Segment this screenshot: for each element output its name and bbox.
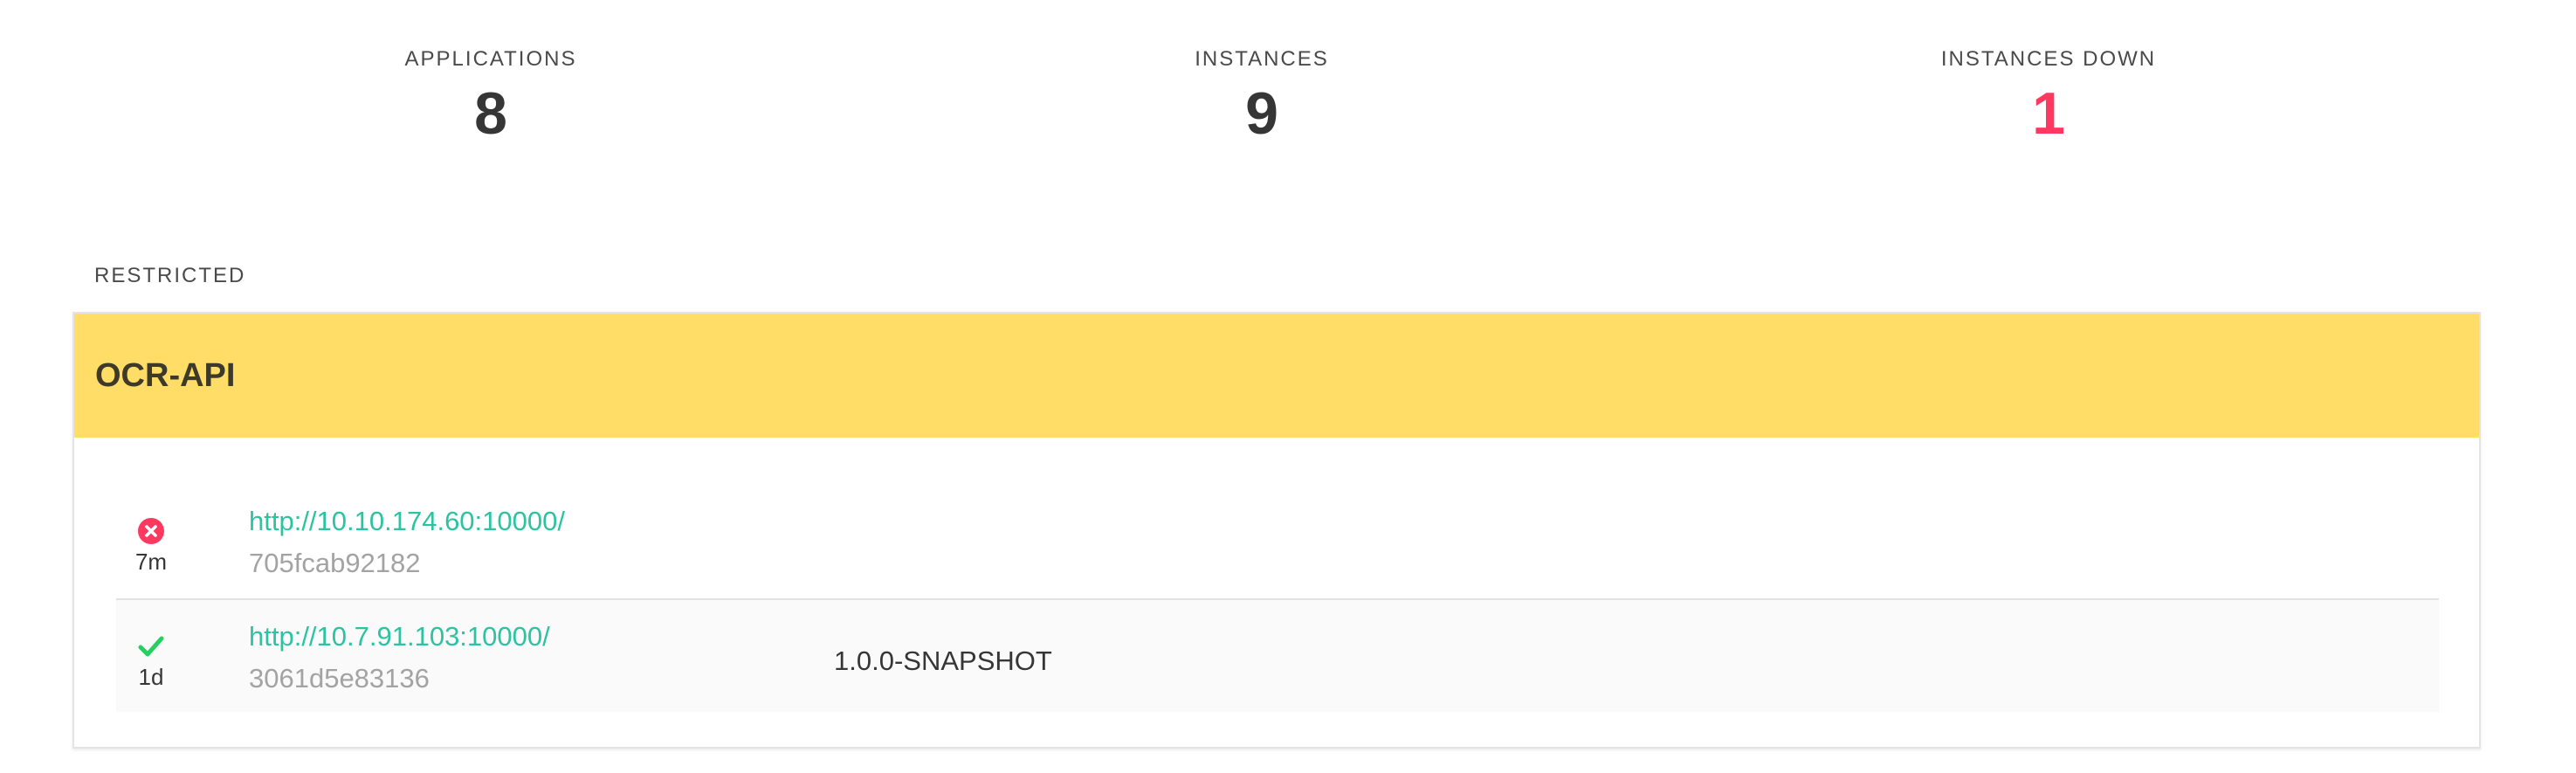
instance-row[interactable]: 7m http://10.10.174.60:10000/ 705fcab921… [116,485,2439,598]
applications-page: APPLICATIONS 8 INSTANCES 9 INSTANCES DOW… [0,0,2576,773]
instance-id: 3061d5e83136 [249,663,430,694]
stat-instances-down-label: INSTANCES DOWN [1940,47,2157,71]
stat-instances-value: 9 [1245,80,1278,147]
status-since: 1d [138,664,164,690]
stat-instances-down-value: 1 [2032,80,2065,147]
stat-instances: INSTANCES 9 [1000,45,1524,145]
stat-applications-value: 8 [474,80,507,147]
group-label: RESTRICTED [94,264,246,287]
instance-version: 1.0.0-SNAPSHOT [834,645,1052,676]
instance-status: 7m [116,485,186,598]
stat-instances-label: INSTANCES [1195,47,1329,71]
instance-list: 7m http://10.10.174.60:10000/ 705fcab921… [116,485,2439,712]
error-circle-icon [138,518,164,544]
stat-instances-down: INSTANCES DOWN 1 [1787,45,2311,145]
stat-applications: APPLICATIONS 8 [229,45,753,145]
instance-id: 705fcab92182 [249,548,421,578]
instance-url-link[interactable]: http://10.10.174.60:10000/ [249,504,565,539]
instance-status: 1d [116,600,186,714]
instance-url-link[interactable]: http://10.7.91.103:10000/ [249,619,550,654]
application-card: OCR-API 7m http://10.10.174.60:10000/ 70… [72,312,2481,749]
stat-applications-label: APPLICATIONS [404,47,577,71]
stats-summary: APPLICATIONS 8 INSTANCES 9 INSTANCES DOW… [0,0,2576,175]
check-icon [138,636,164,657]
instance-row[interactable]: 1d http://10.7.91.103:10000/ 3061d5e8313… [116,598,2439,712]
status-since: 7m [134,549,168,575]
application-name: OCR-API [95,356,236,394]
application-header[interactable]: OCR-API [74,314,2479,438]
